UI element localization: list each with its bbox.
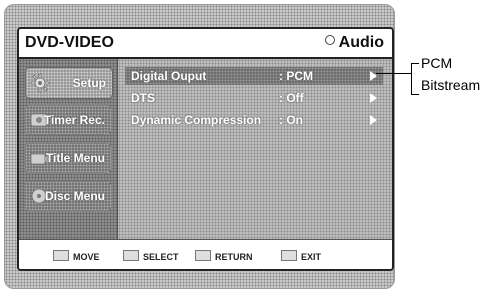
sidebar-item-label: Title Menu [45, 151, 105, 165]
move-icon [53, 250, 69, 261]
osd-frame: DVD-VIDEO Audio Setup Timer Rec. Title M… [4, 4, 395, 289]
footer-hint-label: EXIT [301, 252, 322, 262]
footer-hint-select: SELECT [123, 250, 179, 262]
menu-row-dts[interactable]: DTS : Off [125, 89, 383, 107]
callout-option-bitstream: Bitstream [421, 77, 481, 93]
osd-screen: DVD-VIDEO Audio Setup Timer Rec. Title M… [17, 27, 394, 271]
callout-tick-bottom [411, 94, 419, 95]
sidebar-item-label: Timer Rec. [43, 113, 105, 127]
gear-icon [30, 73, 50, 93]
callout-tick-top [411, 63, 419, 64]
footer-hint-move: MOVE [53, 250, 100, 262]
menu-row-value: : PCM [279, 69, 313, 83]
callout-bracket [411, 63, 412, 95]
menu-row-digital-output[interactable]: Digital Ouput : PCM [125, 67, 383, 85]
sidebar-item-title-menu[interactable]: Title Menu [25, 143, 111, 173]
exit-icon [281, 250, 297, 261]
footer-hints: MOVE SELECT RETURN EXIT [19, 239, 392, 269]
footer-hint-label: RETURN [215, 252, 253, 262]
footer-hint-return: RETURN [195, 250, 253, 262]
return-icon [195, 250, 211, 261]
sidebar-item-timer-rec[interactable]: Timer Rec. [25, 105, 111, 135]
footer-hint-exit: EXIT [281, 250, 321, 262]
menu-row-label: DTS [131, 91, 155, 105]
menu-row-value: : Off [279, 91, 304, 105]
sidebar-item-label: Setup [72, 76, 106, 90]
page-title: DVD-VIDEO [25, 34, 114, 51]
footer-hint-label: SELECT [143, 252, 179, 262]
mode-label: Audio [338, 34, 384, 51]
arrow-right-icon [370, 115, 377, 125]
sidebar-item-setup[interactable]: Setup [25, 67, 113, 99]
mode-indicator: Audio [324, 34, 384, 52]
select-icon [123, 250, 139, 261]
callout-option-pcm: PCM [421, 55, 453, 71]
osd-body: Setup Timer Rec. Title Menu Disc Menu Di… [19, 59, 392, 269]
menu-row-value: : On [279, 113, 303, 127]
menu-row-label: Dynamic Compression [131, 113, 262, 127]
radio-icon [324, 35, 335, 45]
menu-row-label: Digital Ouput [131, 69, 207, 83]
sidebar-item-disc-menu[interactable]: Disc Menu [25, 181, 111, 211]
menu-row-dynamic-compression[interactable]: Dynamic Compression : On [125, 111, 383, 129]
sidebar-item-label: Disc Menu [44, 189, 105, 203]
footer-hint-label: MOVE [73, 252, 100, 262]
callout-leader [376, 73, 411, 74]
arrow-right-icon [370, 93, 377, 103]
osd-header: DVD-VIDEO Audio [19, 29, 392, 59]
sidebar: Setup Timer Rec. Title Menu Disc Menu [19, 59, 118, 239]
